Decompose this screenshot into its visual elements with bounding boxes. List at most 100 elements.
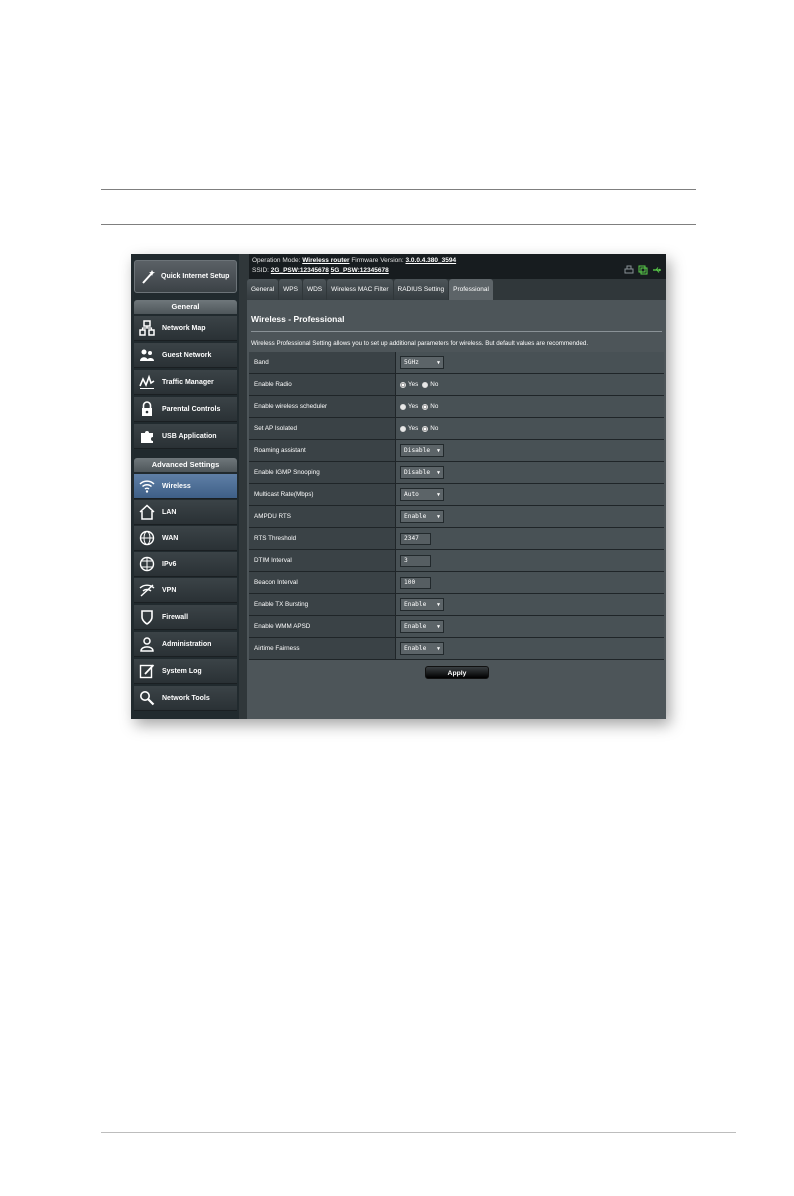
nav-wan[interactable]: WAN xyxy=(134,526,237,551)
multicast-rate-select[interactable]: Auto ▼ xyxy=(400,488,444,501)
setting-row-roaming-assistant: Roaming assistant Disable ▼ xyxy=(249,440,664,462)
setting-row-ampdu-rts: AMPDU RTS Enable ▼ xyxy=(249,506,664,528)
setting-label: Enable wireless scheduler xyxy=(249,396,396,417)
scheduler-yes-radio[interactable] xyxy=(400,403,406,410)
nav-traffic-manager[interactable]: Traffic Manager xyxy=(134,370,237,395)
tab-wps[interactable]: WPS xyxy=(279,279,302,300)
nav-guest-network[interactable]: Guest Network xyxy=(134,343,237,368)
firmware-value[interactable]: 3.0.0.4.380_3594 xyxy=(406,257,457,264)
operation-mode-line: Operation Mode: Wireless router Firmware… xyxy=(252,257,456,264)
radio-no-label: No xyxy=(430,381,439,388)
enable-radio-yes-radio[interactable] xyxy=(400,381,406,388)
vpn-icon xyxy=(138,581,156,599)
ssid-label: SSID: xyxy=(252,267,269,274)
nav-lan[interactable]: LAN xyxy=(134,500,237,525)
nav-parental-controls[interactable]: Parental Controls xyxy=(134,397,237,422)
setting-label: Beacon Interval xyxy=(249,572,396,593)
edit-log-icon xyxy=(138,662,156,680)
setting-label: DTIM Interval xyxy=(249,550,396,571)
nav-network-tools[interactable]: Network Tools xyxy=(134,686,237,711)
select-value: Disable xyxy=(404,469,431,476)
ssid-line: SSID: 2G_PSW:12345678 5G_PSW:12345678 xyxy=(252,267,389,274)
setting-label: Multicast Rate(Mbps) xyxy=(249,484,396,505)
usb-icon[interactable] xyxy=(652,262,662,280)
router-screenshot: Quick Internet Setup General Network Map… xyxy=(131,254,666,719)
wifi-icon xyxy=(138,477,156,495)
advanced-section-header: Advanced Settings xyxy=(134,458,237,472)
chevron-down-icon: ▼ xyxy=(436,447,440,454)
setting-row-multicast-rate: Multicast Rate(Mbps) Auto ▼ xyxy=(249,484,664,506)
tab-wireless-mac-filter[interactable]: Wireless MAC Filter xyxy=(327,279,393,300)
setting-row-beacon-interval: Beacon Interval 100 xyxy=(249,572,664,594)
traffic-manager-icon xyxy=(138,373,156,391)
setting-label: Set AP Isolated xyxy=(249,418,396,439)
ssid-2g-value[interactable]: 2G_PSW:12345678 xyxy=(271,267,329,274)
nav-system-log[interactable]: System Log xyxy=(134,659,237,684)
ssid-5g-value[interactable]: 5G_PSW:12345678 xyxy=(331,267,389,274)
printer-icon[interactable] xyxy=(624,262,634,280)
clients-icon[interactable] xyxy=(638,262,648,280)
setting-label: Enable WMM APSD xyxy=(249,616,396,637)
nav-firewall-label: Firewall xyxy=(162,613,189,621)
quick-internet-setup-button[interactable]: Quick Internet Setup xyxy=(134,260,237,293)
tab-wds[interactable]: WDS xyxy=(302,279,327,300)
beacon-interval-input[interactable]: 100 xyxy=(400,576,431,589)
magnifier-tools-icon xyxy=(138,689,156,707)
airtime-fairness-select[interactable]: Enable ▼ xyxy=(400,642,444,655)
tab-bar: General WPS WDS Wireless MAC Filter RADI… xyxy=(247,279,493,300)
roaming-assistant-select[interactable]: Disable ▼ xyxy=(400,444,444,457)
chevron-down-icon: ▼ xyxy=(436,623,440,630)
wand-icon xyxy=(139,268,157,286)
nav-firewall[interactable]: Firewall xyxy=(134,605,237,630)
select-value: Enable xyxy=(404,601,427,608)
nav-wireless[interactable]: Wireless xyxy=(134,474,237,499)
nav-network-map[interactable]: Network Map xyxy=(134,316,237,341)
general-section-header: General xyxy=(134,300,237,314)
title-divider xyxy=(251,331,662,332)
chevron-down-icon: ▼ xyxy=(436,645,440,652)
nav-lan-label: LAN xyxy=(162,508,177,516)
top-rule xyxy=(101,189,696,190)
network-map-icon xyxy=(138,319,156,337)
dtim-interval-input[interactable]: 3 xyxy=(400,554,431,567)
setting-row-wmm-apsd: Enable WMM APSD Enable ▼ xyxy=(249,616,664,638)
radio-no-label: No xyxy=(430,403,439,410)
operation-mode-value[interactable]: Wireless router xyxy=(302,257,349,264)
ampdu-rts-select[interactable]: Enable ▼ xyxy=(400,510,444,523)
wmm-apsd-select[interactable]: Enable ▼ xyxy=(400,620,444,633)
tx-bursting-select[interactable]: Enable ▼ xyxy=(400,598,444,611)
nav-parental-controls-label: Parental Controls xyxy=(162,405,221,413)
apply-button[interactable]: Apply xyxy=(425,666,489,679)
nav-system-log-label: System Log xyxy=(162,667,202,675)
enable-radio-no-radio[interactable] xyxy=(422,381,429,388)
quick-internet-setup-label: Quick Internet Setup xyxy=(161,272,230,280)
radio-yes-label: Yes xyxy=(408,381,419,388)
ap-isolated-no-radio[interactable] xyxy=(422,425,429,432)
tab-radius-setting[interactable]: RADIUS Setting xyxy=(393,279,449,300)
setting-label: Airtime Fairness xyxy=(249,638,396,659)
rts-threshold-input[interactable]: 2347 xyxy=(400,532,431,545)
main-panel: Wireless - Professional Wireless Profess… xyxy=(247,300,666,719)
shield-icon xyxy=(138,608,156,626)
select-value: Auto xyxy=(404,491,419,498)
tab-general[interactable]: General xyxy=(247,279,279,300)
globe-icon xyxy=(138,529,156,547)
status-icons xyxy=(624,262,662,280)
nav-network-map-label: Network Map xyxy=(162,324,206,332)
ap-isolated-yes-radio[interactable] xyxy=(400,425,406,432)
chevron-down-icon: ▼ xyxy=(436,491,440,498)
band-select[interactable]: 5GHz ▼ xyxy=(400,356,444,369)
igmp-snooping-select[interactable]: Disable ▼ xyxy=(400,466,444,479)
user-icon xyxy=(138,635,156,653)
home-icon xyxy=(138,503,156,521)
select-value: Enable xyxy=(404,623,427,630)
nav-usb-application[interactable]: USB Application xyxy=(134,424,237,449)
scheduler-no-radio[interactable] xyxy=(422,403,429,410)
setting-row-rts-threshold: RTS Threshold 2347 xyxy=(249,528,664,550)
nav-vpn[interactable]: VPN xyxy=(134,578,237,603)
nav-administration[interactable]: Administration xyxy=(134,632,237,657)
nav-ipv6[interactable]: IPv6 xyxy=(134,552,237,577)
tab-professional[interactable]: Professional xyxy=(449,279,493,300)
radio-yes-label: Yes xyxy=(408,403,419,410)
setting-label: Enable TX Bursting xyxy=(249,594,396,615)
